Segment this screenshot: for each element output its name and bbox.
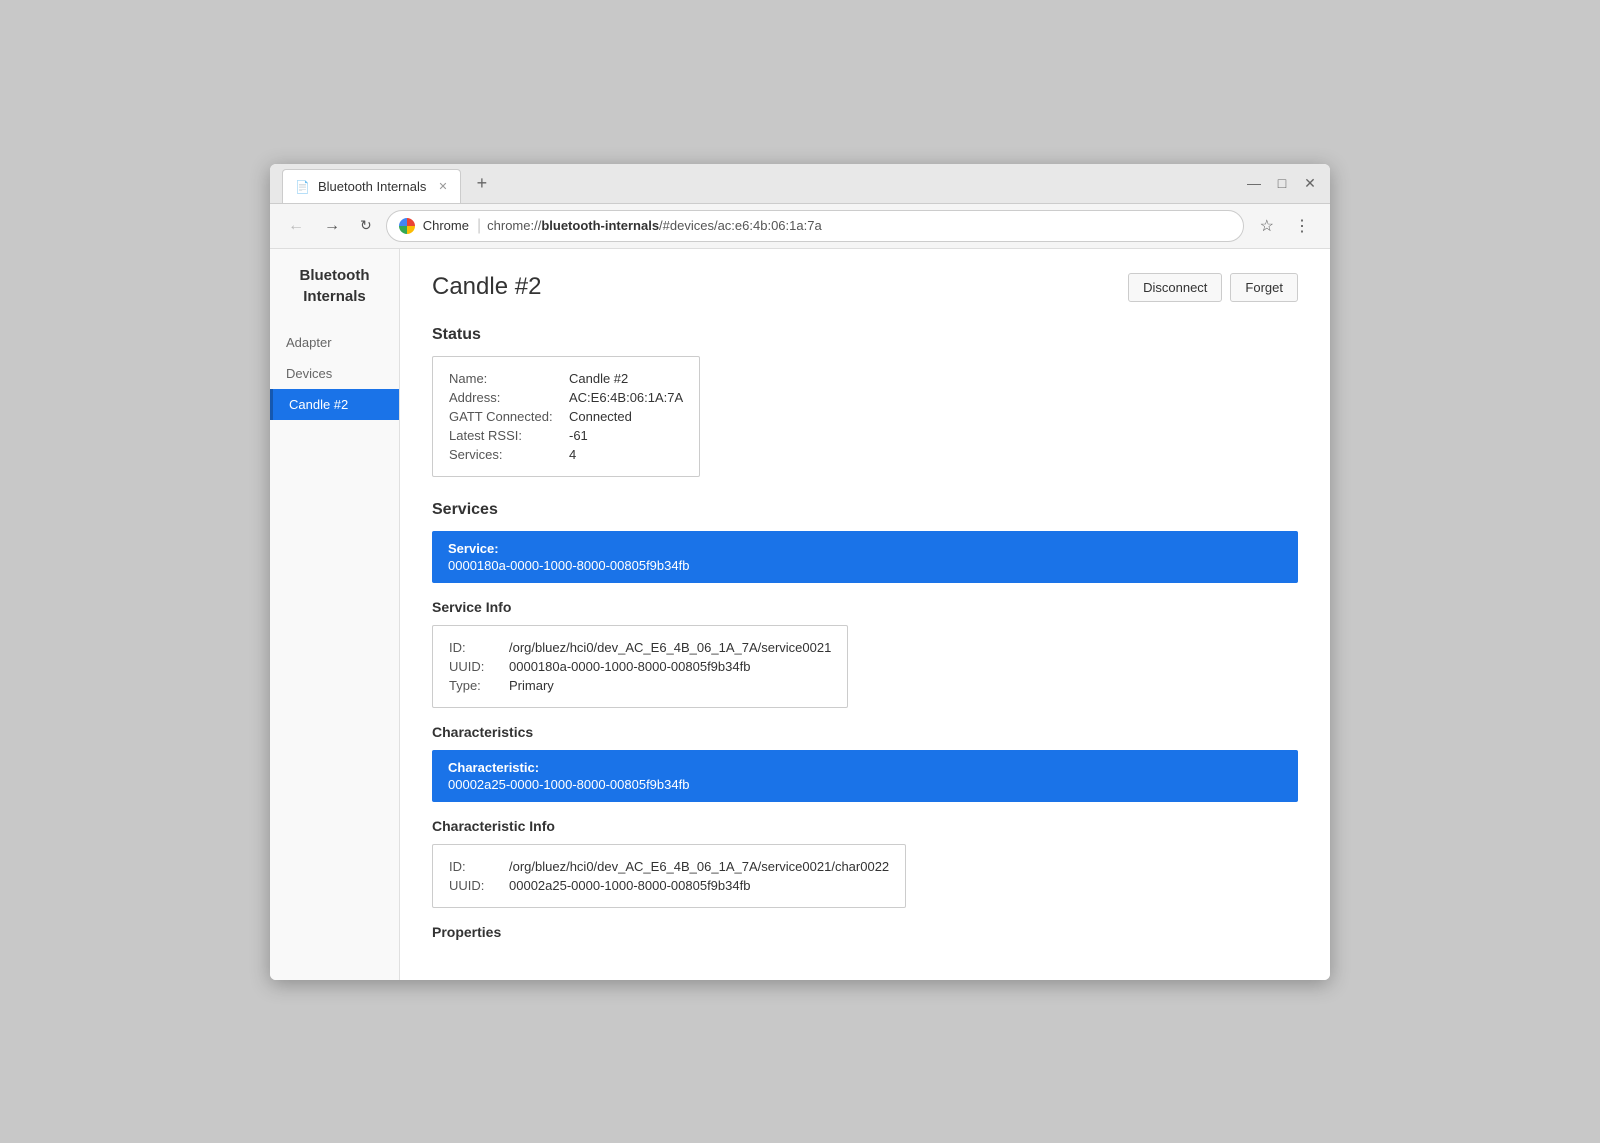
- forget-button[interactable]: Forget: [1230, 273, 1298, 302]
- char-uuid-label: UUID:: [449, 878, 509, 893]
- service-header-label: Service:: [448, 541, 1282, 556]
- browser-label: Chrome: [423, 218, 469, 233]
- services-section-title: Services: [432, 501, 1298, 519]
- service-id-row: ID: /org/bluez/hci0/dev_AC_E6_4B_06_1A_7…: [449, 638, 831, 657]
- toolbar-actions: ☆ ⋮: [1252, 212, 1318, 240]
- status-gatt-label: GATT Connected:: [449, 409, 569, 424]
- service-id-value: /org/bluez/hci0/dev_AC_E6_4B_06_1A_7A/se…: [509, 640, 831, 655]
- disconnect-button[interactable]: Disconnect: [1128, 273, 1222, 302]
- browser-toolbar: ← → ↻ Chrome | chrome://bluetooth-intern…: [270, 204, 1330, 249]
- status-gatt-value: Connected: [569, 409, 632, 424]
- page-title: Candle #2: [432, 273, 541, 301]
- status-name-label: Name:: [449, 371, 569, 386]
- char-uuid-row: UUID: 00002a25-0000-1000-8000-00805f9b34…: [449, 876, 889, 895]
- characteristic-info-box: ID: /org/bluez/hci0/dev_AC_E6_4B_06_1A_7…: [432, 844, 906, 908]
- status-address-row: Address: AC:E6:4B:06:1A:7A: [449, 388, 683, 407]
- maximize-button[interactable]: □: [1274, 175, 1290, 191]
- address-text: chrome://bluetooth-internals/#devices/ac…: [487, 218, 1231, 233]
- status-rssi-value: -61: [569, 428, 588, 443]
- service-uuid-label: UUID:: [449, 659, 509, 674]
- status-services-value: 4: [569, 447, 576, 462]
- service-id-label: ID:: [449, 640, 509, 655]
- address-prefix: chrome://: [487, 218, 541, 233]
- status-info-box: Name: Candle #2 Address: AC:E6:4B:06:1A:…: [432, 356, 700, 477]
- sidebar-item-devices[interactable]: Devices: [270, 358, 399, 389]
- status-services-row: Services: 4: [449, 445, 683, 464]
- menu-button[interactable]: ⋮: [1286, 212, 1318, 240]
- status-rssi-row: Latest RSSI: -61: [449, 426, 683, 445]
- char-id-value: /org/bluez/hci0/dev_AC_E6_4B_06_1A_7A/se…: [509, 859, 889, 874]
- address-divider: |: [477, 217, 481, 235]
- status-services-label: Services:: [449, 447, 569, 462]
- service-info-title: Service Info: [432, 599, 1298, 615]
- browser-tab[interactable]: 📄 Bluetooth Internals ✕: [282, 169, 461, 203]
- status-gatt-row: GATT Connected: Connected: [449, 407, 683, 426]
- char-uuid-value: 00002a25-0000-1000-8000-00805f9b34fb: [509, 878, 750, 893]
- status-address-value: AC:E6:4B:06:1A:7A: [569, 390, 683, 405]
- header-buttons: Disconnect Forget: [1128, 273, 1298, 302]
- back-button[interactable]: ←: [282, 213, 310, 239]
- service-header-value: 0000180a-0000-1000-8000-00805f9b34fb: [448, 558, 1282, 573]
- characteristic-header-label: Characteristic:: [448, 760, 1282, 775]
- service-uuid-row: UUID: 0000180a-0000-1000-8000-00805f9b34…: [449, 657, 831, 676]
- char-id-label: ID:: [449, 859, 509, 874]
- characteristic-header-value: 00002a25-0000-1000-8000-00805f9b34fb: [448, 777, 1282, 792]
- char-id-row: ID: /org/bluez/hci0/dev_AC_E6_4B_06_1A_7…: [449, 857, 889, 876]
- properties-section-title: Properties: [432, 924, 1298, 940]
- tab-title: Bluetooth Internals: [318, 179, 426, 194]
- status-section-title: Status: [432, 326, 1298, 344]
- tab-close-icon[interactable]: ✕: [438, 180, 447, 193]
- minimize-button[interactable]: —: [1246, 175, 1262, 191]
- service-type-value: Primary: [509, 678, 554, 693]
- service-type-row: Type: Primary: [449, 676, 831, 695]
- sidebar-item-adapter[interactable]: Adapter: [270, 327, 399, 358]
- service-uuid-value: 0000180a-0000-1000-8000-00805f9b34fb: [509, 659, 750, 674]
- status-name-row: Name: Candle #2: [449, 369, 683, 388]
- address-bold: bluetooth-internals: [541, 218, 659, 233]
- sidebar-title: Bluetooth Internals: [270, 265, 399, 327]
- window-controls: — □ ✕: [1246, 175, 1318, 192]
- reload-button[interactable]: ↻: [354, 213, 378, 238]
- sidebar-item-candle2[interactable]: Candle #2: [270, 389, 399, 420]
- address-bar[interactable]: Chrome | chrome://bluetooth-internals/#d…: [386, 210, 1244, 242]
- main-content: Candle #2 Disconnect Forget Status Name:…: [400, 249, 1330, 980]
- bookmark-button[interactable]: ☆: [1252, 212, 1282, 240]
- new-tab-button[interactable]: +: [469, 169, 496, 198]
- status-address-label: Address:: [449, 390, 569, 405]
- characteristic-header[interactable]: Characteristic: 00002a25-0000-1000-8000-…: [432, 750, 1298, 802]
- service-type-label: Type:: [449, 678, 509, 693]
- characteristics-section-title: Characteristics: [432, 724, 1298, 740]
- chrome-logo-icon: [399, 218, 415, 234]
- address-suffix: /#devices/ac:e6:4b:06:1a:7a: [659, 218, 822, 233]
- service-header[interactable]: Service: 0000180a-0000-1000-8000-00805f9…: [432, 531, 1298, 583]
- char-info-section-title: Characteristic Info: [432, 818, 1298, 834]
- browser-window: 📄 Bluetooth Internals ✕ + — □ ✕ ← → ↻ Ch…: [270, 164, 1330, 980]
- service-info-box: ID: /org/bluez/hci0/dev_AC_E6_4B_06_1A_7…: [432, 625, 848, 708]
- page-header: Candle #2 Disconnect Forget: [432, 273, 1298, 302]
- characteristic-body: Characteristic Info ID: /org/bluez/hci0/…: [432, 802, 1298, 940]
- tab-favicon-icon: 📄: [295, 180, 310, 194]
- forward-button[interactable]: →: [318, 213, 346, 239]
- title-bar: 📄 Bluetooth Internals ✕ + — □ ✕: [270, 164, 1330, 204]
- status-rssi-label: Latest RSSI:: [449, 428, 569, 443]
- close-button[interactable]: ✕: [1302, 175, 1318, 192]
- sidebar: Bluetooth Internals Adapter Devices Cand…: [270, 249, 400, 980]
- app-layout: Bluetooth Internals Adapter Devices Cand…: [270, 249, 1330, 980]
- service-body: Service Info ID: /org/bluez/hci0/dev_AC_…: [432, 583, 1298, 940]
- status-name-value: Candle #2: [569, 371, 628, 386]
